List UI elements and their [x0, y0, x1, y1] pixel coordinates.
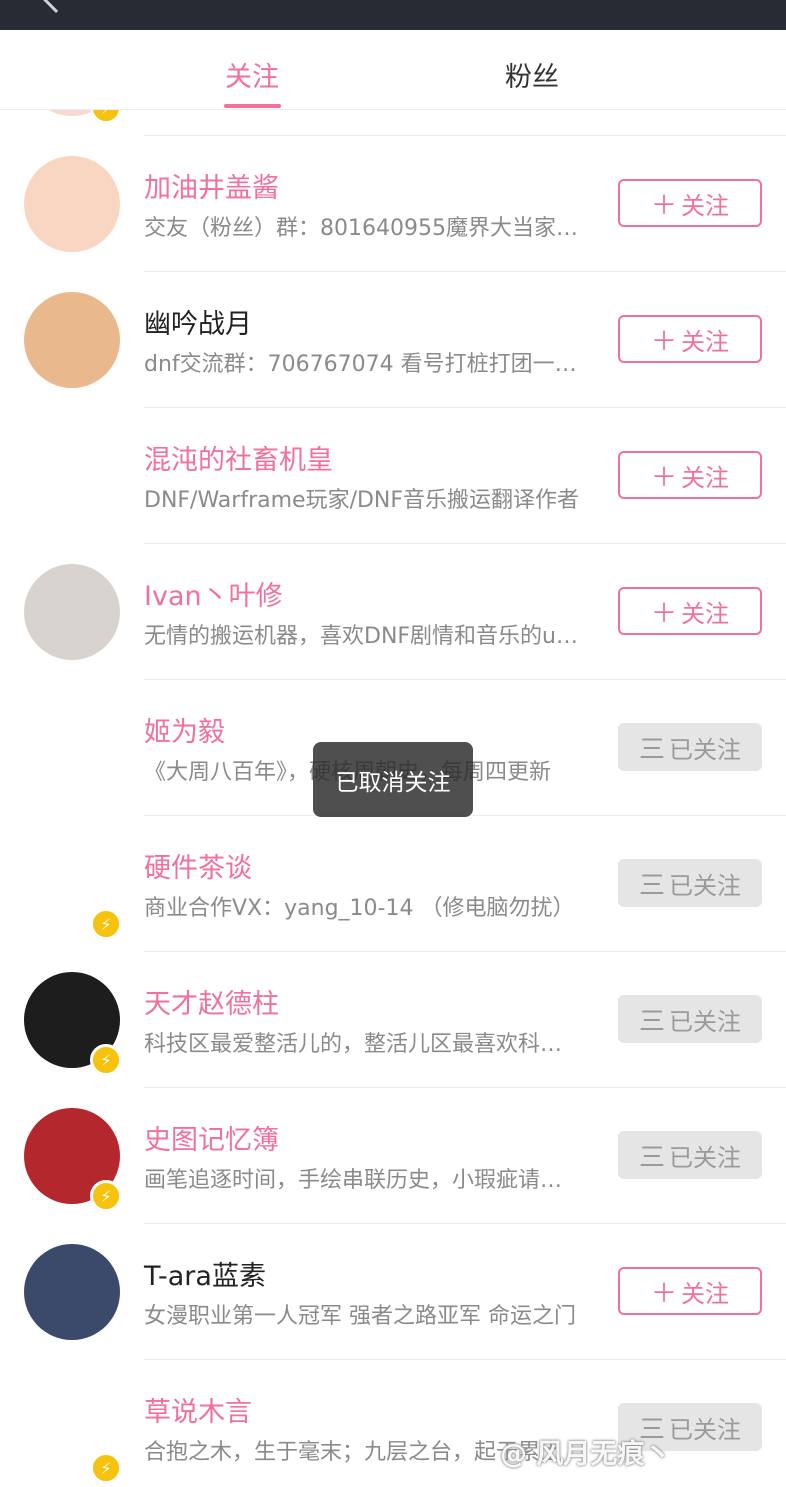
- avatar[interactable]: [24, 700, 120, 796]
- user-description: 科技区最爱整活儿的，整活儿区最喜欢科技的: [144, 1032, 580, 1057]
- avatar[interactable]: [24, 1244, 120, 1340]
- avatar[interactable]: [24, 428, 120, 524]
- button-label: 关注: [681, 191, 729, 220]
- list-item[interactable]: 幽吟战月 dnf交流群：706767074 看号打桩打团一起玩 ＋关注: [0, 272, 786, 408]
- user-description: 交友（粉丝）群：801640955魔界大当家的基地: [144, 216, 580, 241]
- avatar[interactable]: [24, 156, 120, 252]
- follow-button[interactable]: ＋关注: [618, 1267, 762, 1315]
- button-label: 已关注: [669, 1415, 741, 1444]
- user-name[interactable]: 姬为毅: [144, 710, 225, 749]
- menu-icon: 三: [638, 734, 665, 765]
- list-item[interactable]: Ivan丶叶修无情的搬运机器，喜欢DNF剧情和音乐的up主 ＋关注: [0, 544, 786, 680]
- menu-icon: 三: [638, 870, 665, 901]
- button-label: 已关注: [669, 1143, 741, 1172]
- menu-icon: 三: [638, 1142, 665, 1173]
- followed-button[interactable]: 三已关注: [618, 995, 762, 1043]
- list-item[interactable]: ⚡ 硬件茶谈商业合作VX：yang_10-14 （修电脑勿扰） 三已关注: [0, 816, 786, 952]
- verified-badge-icon: ⚡: [90, 1044, 122, 1076]
- user-description: 无情的搬运机器，喜欢DNF剧情和音乐的up主: [144, 624, 580, 649]
- follow-button[interactable]: ＋关注: [618, 587, 762, 635]
- follow-button[interactable]: ＋关注: [618, 315, 762, 363]
- button-label: 已关注: [669, 1007, 741, 1036]
- user-name[interactable]: Ivan丶叶修: [144, 574, 283, 613]
- user-name[interactable]: T-ara蓝素: [144, 1254, 266, 1293]
- plus-icon: ＋: [650, 326, 677, 357]
- demon-avatar: [24, 428, 120, 524]
- verified-badge-icon: ⚡: [90, 908, 122, 940]
- watermark: @ 风月无痕丶: [500, 1439, 672, 1470]
- avatar[interactable]: [24, 564, 120, 660]
- user-name[interactable]: 混沌的社畜机皇: [144, 438, 333, 477]
- tab-fans[interactable]: 粉丝: [472, 55, 592, 94]
- user-name[interactable]: 加油井盖酱: [144, 166, 279, 205]
- back-icon[interactable]: [39, 0, 73, 13]
- user-description: dnf交流群：706767074 看号打桩打团一起玩: [144, 352, 580, 377]
- verified-badge-icon: ⚡: [90, 1452, 122, 1484]
- active-tab-indicator: [224, 104, 281, 108]
- list-item[interactable]: ⚡ 天才赵德柱科技区最爱整活儿的，整活儿区最喜欢科技的 三已关注: [0, 952, 786, 1088]
- user-description: 女漫职业第一人冠军 强者之路亚军 命运之门: [144, 1304, 576, 1329]
- button-label: 关注: [681, 327, 729, 356]
- user-name[interactable]: 幽吟战月: [144, 302, 252, 341]
- toast-message: 已取消关注: [313, 742, 473, 817]
- user-description: DNF/Warframe玩家/DNF音乐搬运翻译作者: [144, 488, 580, 513]
- button-label: 已关注: [669, 735, 741, 764]
- button-label: 关注: [681, 1279, 729, 1308]
- button-label: 关注: [681, 463, 729, 492]
- user-name[interactable]: 硬件茶谈: [144, 846, 252, 885]
- plus-icon: ＋: [650, 1278, 677, 1309]
- followed-button[interactable]: 三已关注: [618, 723, 762, 771]
- user-name[interactable]: 天才赵德柱: [144, 982, 279, 1021]
- avatar[interactable]: [24, 292, 120, 388]
- follow-button[interactable]: ＋关注: [618, 179, 762, 227]
- top-bar: [0, 0, 786, 30]
- anime-warrior-avatar: [24, 292, 120, 388]
- anime-girl-avatar: [24, 156, 120, 252]
- calligraphy-avatar: [24, 700, 120, 796]
- followed-button[interactable]: 三已关注: [618, 859, 762, 907]
- anime-girl-peace-avatar: [24, 1244, 120, 1340]
- verified-badge-icon: ⚡: [90, 1180, 122, 1212]
- plus-icon: ＋: [650, 190, 677, 221]
- plus-icon: ＋: [650, 598, 677, 629]
- user-name[interactable]: 草说木言: [144, 1390, 252, 1429]
- anime-boy-avatar: [24, 564, 120, 660]
- user-description: 商业合作VX：yang_10-14 （修电脑勿扰）: [144, 896, 575, 921]
- user-description: 画笔追逐时间，手绘串联历史，小瑕疵请包涵: [144, 1168, 580, 1193]
- list-item[interactable]: T-ara蓝素女漫职业第一人冠军 强者之路亚军 命运之门 ＋关注: [0, 1224, 786, 1360]
- tab-following[interactable]: 关注: [192, 55, 312, 94]
- list-item[interactable]: 混沌的社畜机皇 DNF/Warframe玩家/DNF音乐搬运翻译作者 ＋关注: [0, 408, 786, 544]
- list-item[interactable]: ⚡ 史图记忆簿画笔追逐时间，手绘串联历史，小瑕疵请包涵 三已关注: [0, 1088, 786, 1224]
- list-item[interactable]: 加油井盖酱交友（粉丝）群：801640955魔界大当家的基地 ＋关注: [0, 136, 786, 272]
- button-label: 关注: [681, 599, 729, 628]
- tab-bar: 关注 粉丝: [0, 30, 786, 110]
- follow-button[interactable]: ＋关注: [618, 451, 762, 499]
- menu-icon: 三: [638, 1006, 665, 1037]
- plus-icon: ＋: [650, 462, 677, 493]
- followed-button[interactable]: 三已关注: [618, 1131, 762, 1179]
- button-label: 已关注: [669, 871, 741, 900]
- user-name[interactable]: 史图记忆簿: [144, 1118, 279, 1157]
